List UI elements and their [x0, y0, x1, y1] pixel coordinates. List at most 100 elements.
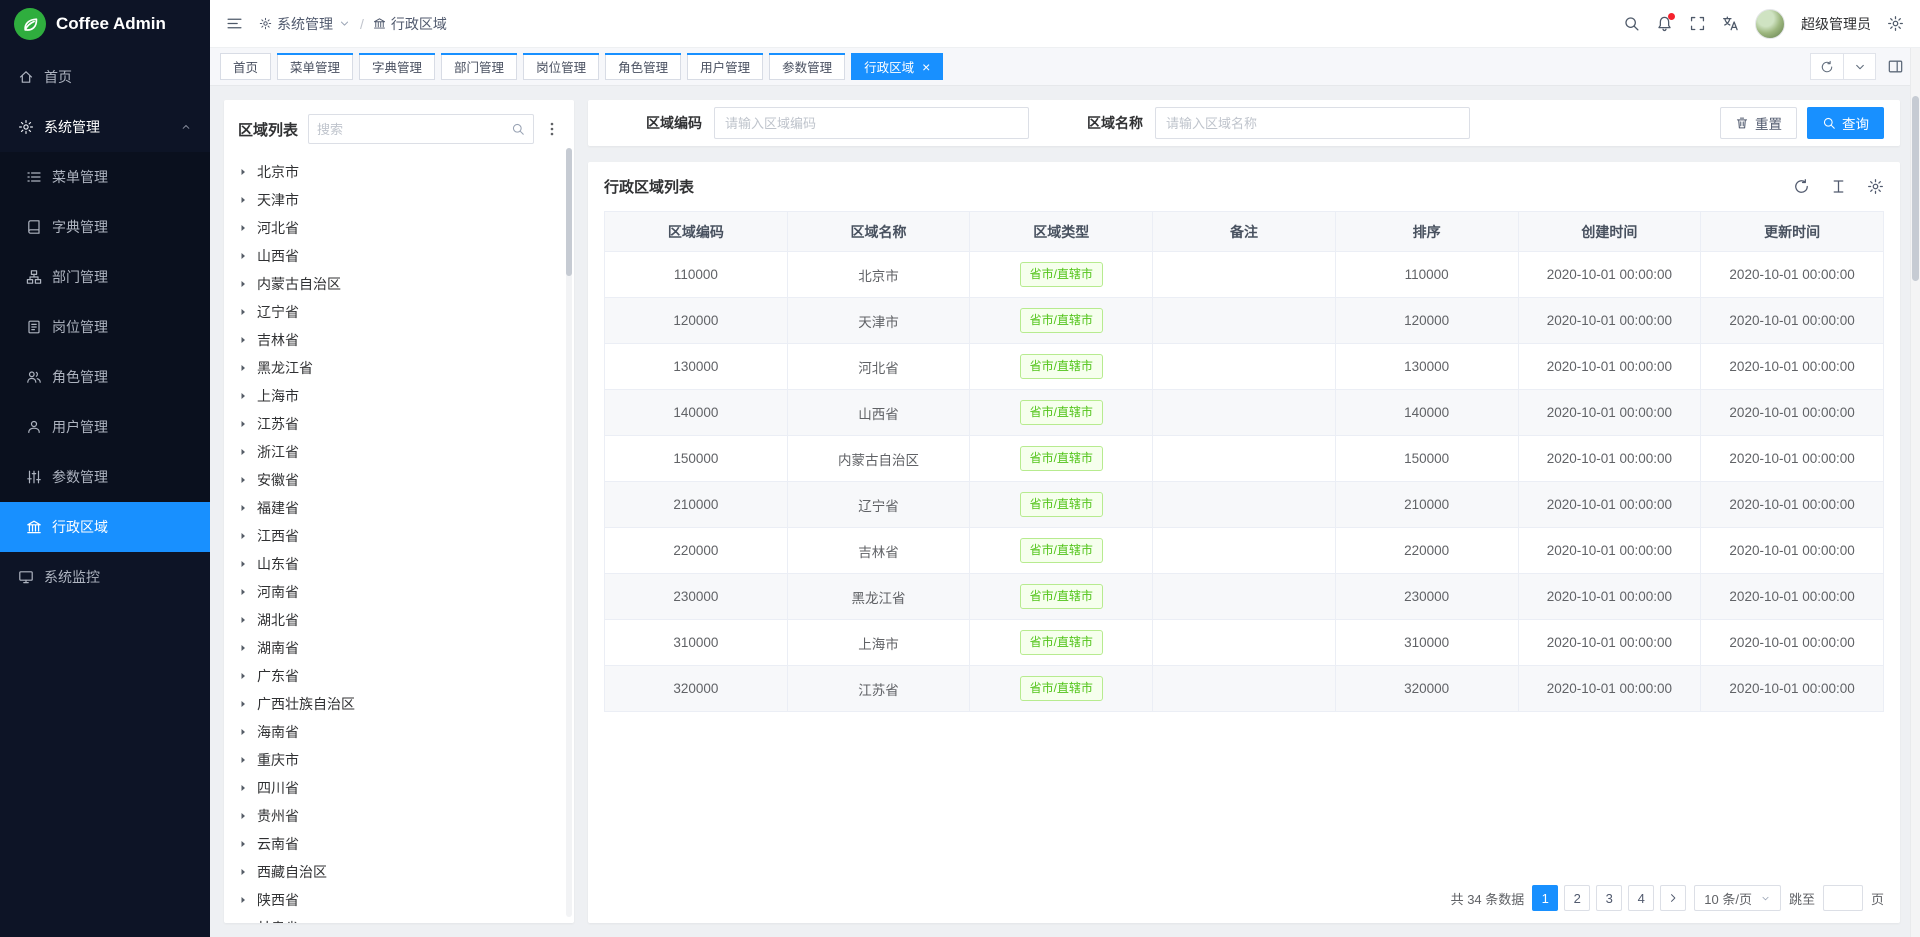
page-4-button[interactable]: 4 [1628, 885, 1654, 911]
user-avatar[interactable] [1755, 9, 1785, 39]
caret-right-icon[interactable] [238, 671, 248, 681]
sidebar-item-dept[interactable]: 部门管理 [0, 252, 210, 302]
caret-right-icon[interactable] [238, 447, 248, 457]
more-options-icon[interactable] [544, 121, 560, 137]
row-height-icon[interactable] [1830, 178, 1847, 195]
page-size-select[interactable]: 10 条/页 [1694, 885, 1781, 911]
tree-item[interactable]: 贵州省 [224, 802, 574, 830]
tree-item[interactable]: 湖北省 [224, 606, 574, 634]
tree-item[interactable]: 广西壮族自治区 [224, 690, 574, 718]
tab-5[interactable]: 角色管理 [605, 53, 681, 80]
tree-item[interactable]: 陕西省 [224, 886, 574, 914]
page-2-button[interactable]: 2 [1564, 885, 1590, 911]
region-code-input[interactable] [714, 107, 1029, 139]
tree-item[interactable]: 山西省 [224, 242, 574, 270]
breadcrumb-system[interactable]: 系统管理 [259, 14, 351, 34]
tree-item[interactable]: 吉林省 [224, 326, 574, 354]
tree-item[interactable]: 内蒙古自治区 [224, 270, 574, 298]
tab-6[interactable]: 用户管理 [687, 53, 763, 80]
caret-right-icon[interactable] [238, 223, 248, 233]
tab-7[interactable]: 参数管理 [769, 53, 845, 80]
tab-1[interactable]: 菜单管理 [277, 53, 353, 80]
caret-right-icon[interactable] [238, 279, 248, 289]
caret-right-icon[interactable] [238, 363, 248, 373]
tree-scrollbar[interactable] [566, 148, 572, 917]
tree-item[interactable]: 天津市 [224, 186, 574, 214]
tab-menu-button[interactable] [1843, 54, 1875, 79]
collapse-sidebar-icon[interactable] [226, 15, 243, 32]
caret-right-icon[interactable] [238, 167, 248, 177]
caret-right-icon[interactable] [238, 811, 248, 821]
page-3-button[interactable]: 3 [1596, 885, 1622, 911]
layout-toggle-icon[interactable] [1887, 58, 1904, 75]
caret-right-icon[interactable] [238, 615, 248, 625]
caret-right-icon[interactable] [238, 391, 248, 401]
tree-item[interactable]: 山东省 [224, 550, 574, 578]
caret-right-icon[interactable] [238, 727, 248, 737]
next-page-button[interactable] [1660, 885, 1686, 911]
caret-right-icon[interactable] [238, 559, 248, 569]
caret-right-icon[interactable] [238, 335, 248, 345]
caret-right-icon[interactable] [238, 839, 248, 849]
tab-3[interactable]: 部门管理 [441, 53, 517, 80]
caret-right-icon[interactable] [238, 251, 248, 261]
sidebar-item-post[interactable]: 岗位管理 [0, 302, 210, 352]
sidebar-item-user[interactable]: 用户管理 [0, 402, 210, 452]
sidebar-item-monitor[interactable]: 系统监控 [0, 552, 210, 602]
tab-0[interactable]: 首页 [220, 53, 271, 80]
tree-item[interactable]: 北京市 [224, 158, 574, 186]
sidebar-item-menu[interactable]: 菜单管理 [0, 152, 210, 202]
caret-right-icon[interactable] [238, 475, 248, 485]
tree-item[interactable]: 河北省 [224, 214, 574, 242]
jump-page-input[interactable] [1823, 885, 1863, 911]
caret-right-icon[interactable] [238, 419, 248, 429]
page-1-button[interactable]: 1 [1532, 885, 1558, 911]
tree-item[interactable]: 四川省 [224, 774, 574, 802]
sidebar-item-region[interactable]: 行政区域 [0, 502, 210, 552]
sidebar-item-home[interactable]: 首页 [0, 52, 210, 102]
tree-item[interactable]: 安徽省 [224, 466, 574, 494]
tree-item[interactable]: 江苏省 [224, 410, 574, 438]
tree-item[interactable]: 河南省 [224, 578, 574, 606]
caret-right-icon[interactable] [238, 503, 248, 513]
tab-2[interactable]: 字典管理 [359, 53, 435, 80]
notifications-button[interactable] [1656, 15, 1673, 32]
region-name-input[interactable] [1155, 107, 1470, 139]
tree-item[interactable]: 重庆市 [224, 746, 574, 774]
user-name[interactable]: 超级管理员 [1801, 14, 1871, 34]
tree-item[interactable]: 辽宁省 [224, 298, 574, 326]
caret-right-icon[interactable] [238, 783, 248, 793]
tree-item[interactable]: 福建省 [224, 494, 574, 522]
tab-8[interactable]: 行政区域× [851, 53, 943, 80]
tree-item[interactable]: 湖南省 [224, 634, 574, 662]
close-tab-icon[interactable]: × [922, 60, 930, 74]
sidebar-item-dict[interactable]: 字典管理 [0, 202, 210, 252]
tab-4[interactable]: 岗位管理 [523, 53, 599, 80]
tree-item[interactable]: 西藏自治区 [224, 858, 574, 886]
reset-button[interactable]: 重置 [1720, 107, 1797, 139]
page-scrollbar-thumb[interactable] [1912, 96, 1919, 281]
caret-right-icon[interactable] [238, 867, 248, 877]
translate-icon[interactable] [1722, 15, 1739, 32]
tree-search-input[interactable] [317, 122, 505, 137]
search-icon[interactable] [511, 122, 525, 136]
tree-item[interactable]: 江西省 [224, 522, 574, 550]
tree-item[interactable]: 上海市 [224, 382, 574, 410]
table-settings-gear-icon[interactable] [1867, 178, 1884, 195]
sidebar-item-param[interactable]: 参数管理 [0, 452, 210, 502]
caret-right-icon[interactable] [238, 643, 248, 653]
fullscreen-icon[interactable] [1689, 15, 1706, 32]
settings-gear-icon[interactable] [1887, 15, 1904, 32]
caret-right-icon[interactable] [238, 531, 248, 541]
refresh-tab-button[interactable] [1811, 54, 1843, 79]
caret-right-icon[interactable] [238, 699, 248, 709]
tree-item[interactable]: 黑龙江省 [224, 354, 574, 382]
tree-scrollbar-thumb[interactable] [566, 148, 572, 276]
caret-right-icon[interactable] [238, 195, 248, 205]
refresh-icon[interactable] [1793, 178, 1810, 195]
search-icon[interactable] [1623, 15, 1640, 32]
tree-item[interactable]: 浙江省 [224, 438, 574, 466]
sidebar-item-role[interactable]: 角色管理 [0, 352, 210, 402]
caret-right-icon[interactable] [238, 307, 248, 317]
tree-item[interactable]: 海南省 [224, 718, 574, 746]
